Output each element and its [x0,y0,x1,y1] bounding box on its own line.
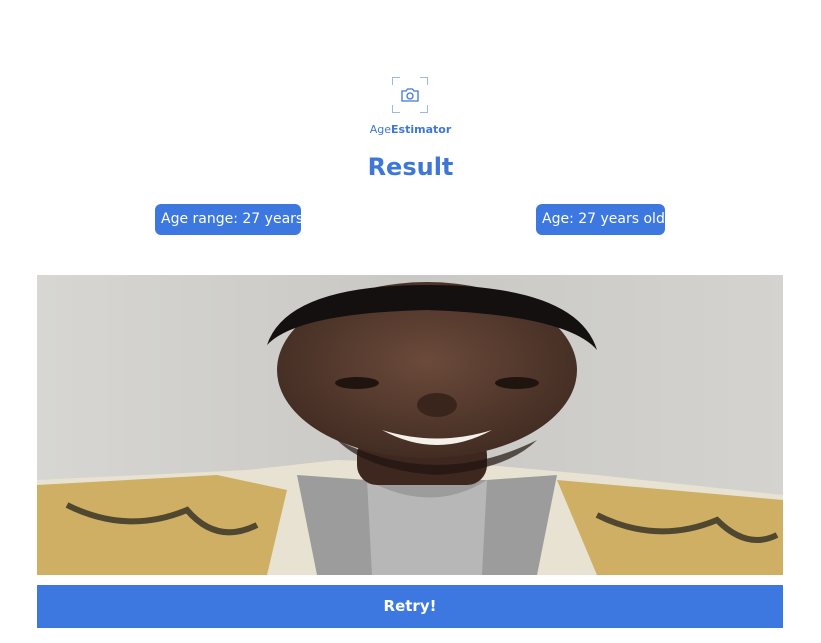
retry-button[interactable]: Retry! [37,585,783,628]
photo-image [37,275,783,575]
frame-corner [420,105,428,113]
page-title: Result [367,153,454,181]
frame-corner [392,105,400,113]
frame-corner [420,77,428,85]
brand-prefix: Age [369,123,392,136]
age-range-badge: Age range: 27 years [155,204,303,235]
camera-icon [401,88,419,102]
frame-corner [392,77,400,85]
result-photo [37,275,783,575]
camera-logo [392,77,428,113]
age-badge: Age: 27 years old [536,204,665,235]
brand-name: AgeEstimator [0,123,821,136]
brand-suffix: Estimator [391,123,452,136]
